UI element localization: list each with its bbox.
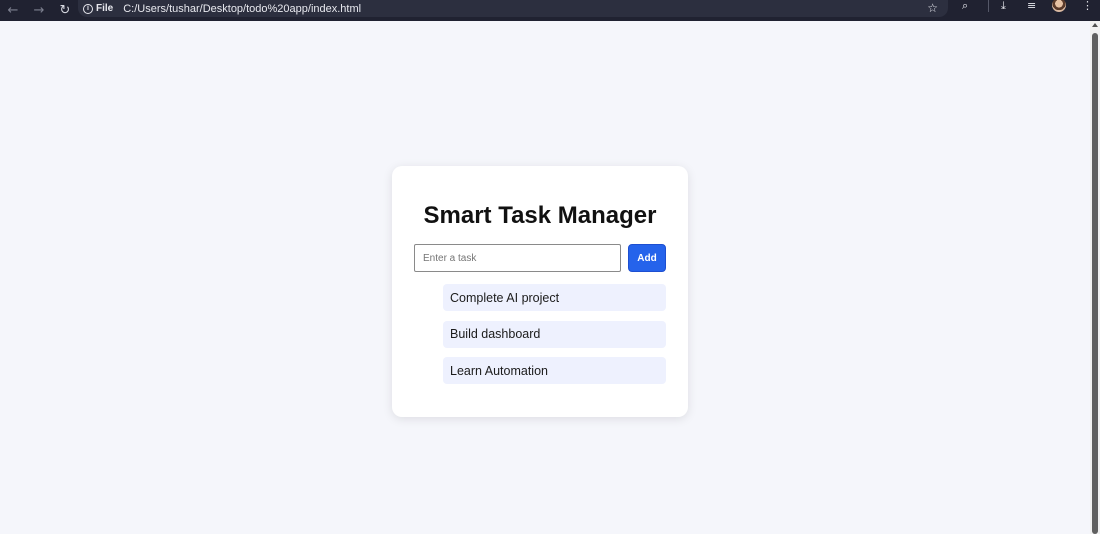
task-input[interactable] [414, 244, 621, 272]
toolbar-divider [988, 0, 989, 12]
search-tabs-icon[interactable]: ⌕ [962, 0, 968, 12]
menu-kebab-icon[interactable]: ⋮ [1082, 0, 1093, 12]
task-item[interactable]: Complete AI project [443, 284, 666, 311]
url-text[interactable]: C:/Users/tushar/Desktop/todo%20app/index… [123, 3, 361, 15]
page-title: Smart Task Manager [423, 202, 657, 229]
reload-icon: ↻ [59, 3, 71, 18]
scroll-thumb[interactable] [1092, 33, 1098, 534]
reading-list-icon[interactable]: ≡ [1027, 0, 1036, 12]
scroll-up-arrow-icon[interactable] [1092, 23, 1098, 27]
browser-toolbar: ← → ↻ i File C:/Users/tushar/Desktop/tod… [0, 0, 1100, 21]
task-list: Complete AI project Build dashboard Lear… [443, 284, 666, 394]
back-button[interactable]: ← [0, 0, 26, 21]
task-item[interactable]: Learn Automation [443, 357, 666, 384]
download-icon[interactable]: ⤓ [1001, 0, 1006, 12]
add-task-button[interactable]: Add [628, 244, 666, 272]
page-scrollbar[interactable] [1090, 21, 1100, 534]
arrow-left-icon: ← [7, 3, 19, 18]
reload-button[interactable]: ↻ [52, 0, 78, 21]
forward-button[interactable]: → [26, 0, 52, 21]
site-info-label: File [96, 3, 114, 14]
arrow-right-icon: → [33, 3, 45, 18]
site-info-chip[interactable]: i File [83, 3, 121, 14]
task-item[interactable]: Build dashboard [443, 320, 666, 348]
address-bar[interactable]: i File C:/Users/tushar/Desktop/todo%20ap… [78, 0, 948, 17]
bookmark-star-icon[interactable]: ☆ [927, 1, 938, 15]
task-manager-card: Smart Task Manager Add Complete AI proje… [392, 166, 688, 417]
info-icon: i [83, 3, 93, 14]
profile-avatar[interactable] [1052, 0, 1066, 12]
